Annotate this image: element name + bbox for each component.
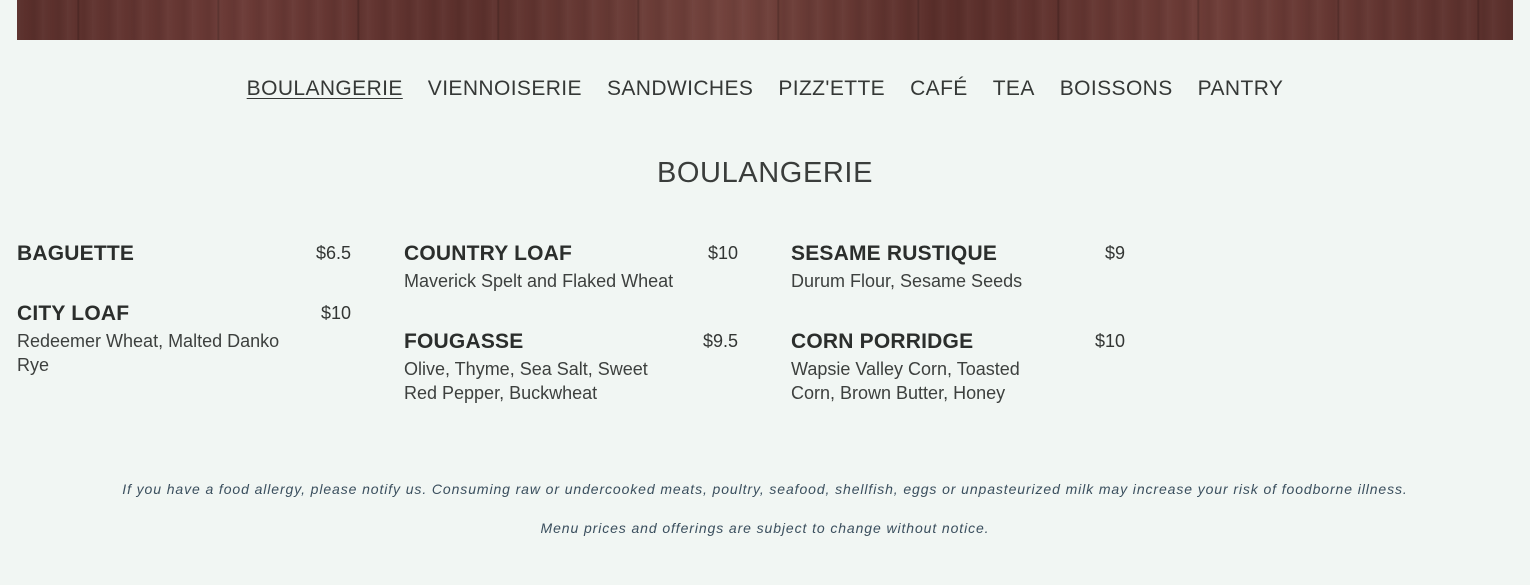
nav-tab-boissons[interactable]: BOISSONS <box>1060 74 1173 104</box>
menu-item-name: SESAME RUSTIQUE <box>791 242 998 265</box>
menu-item: SESAME RUSTIQUE $9 Durum Flour, Sesame S… <box>791 240 1125 300</box>
menu-item-price: $9.5 <box>702 331 738 351</box>
nav-tab-tea[interactable]: TEA <box>993 74 1035 104</box>
menu-item: FOUGASSE $9.5 Olive, Thyme, Sea Salt, Sw… <box>404 328 738 408</box>
menu-item-price: $9 <box>1104 243 1125 263</box>
menu-item-description: Olive, Thyme, Sea Salt, Sweet Red Pepper… <box>404 359 648 403</box>
menu-item-description: Wapsie Valley Corn, Toasted Corn, Brown … <box>791 359 1020 403</box>
price-change-notice: Menu prices and offerings are subject to… <box>540 520 990 536</box>
nav-tab-pantry[interactable]: PANTRY <box>1198 74 1284 104</box>
menu-item-description: Redeemer Wheat, Malted Danko Rye <box>17 331 280 375</box>
allergy-notice: If you have a food allergy, please notif… <box>122 481 1408 497</box>
menu-item: BAGUETTE $6.5 <box>17 240 351 280</box>
menu-item-price: $6.5 <box>315 243 351 263</box>
menu-item-price: $10 <box>320 303 351 323</box>
menu-item-price: $10 <box>707 243 738 263</box>
hero-banner-image <box>17 0 1513 40</box>
nav-tab-cafe[interactable]: CAFÉ <box>910 74 968 104</box>
nav-tab-pizzette[interactable]: PIZZ'ETTE <box>778 74 885 104</box>
menu-item-description: Durum Flour, Sesame Seeds <box>791 271 1023 291</box>
section-title: BOULANGERIE <box>656 157 874 189</box>
menu-item-name: BAGUETTE <box>17 242 135 265</box>
nav-tab-boulangerie[interactable]: BOULANGERIE <box>247 74 403 104</box>
menu-item-name: CITY LOAF <box>17 302 130 325</box>
menu-category-nav: BOULANGERIE VIENNOISERIE SANDWICHES PIZZ… <box>0 74 1530 104</box>
menu-item-price: $10 <box>1094 331 1125 351</box>
menu-item-name: COUNTRY LOAF <box>404 242 573 265</box>
menu-item-name: FOUGASSE <box>404 330 524 353</box>
menu-item: CORN PORRIDGE $10 Wapsie Valley Corn, To… <box>791 328 1125 408</box>
menu-item: CITY LOAF $10 Redeemer Wheat, Malted Dan… <box>17 300 351 380</box>
menu-item-name: CORN PORRIDGE <box>791 330 974 353</box>
menu-item: COUNTRY LOAF $10 Maverick Spelt and Flak… <box>404 240 738 300</box>
menu-item-description: Maverick Spelt and Flaked Wheat <box>404 271 674 291</box>
nav-tab-viennoiserie[interactable]: VIENNOISERIE <box>428 74 582 104</box>
nav-tab-sandwiches[interactable]: SANDWICHES <box>607 74 753 104</box>
